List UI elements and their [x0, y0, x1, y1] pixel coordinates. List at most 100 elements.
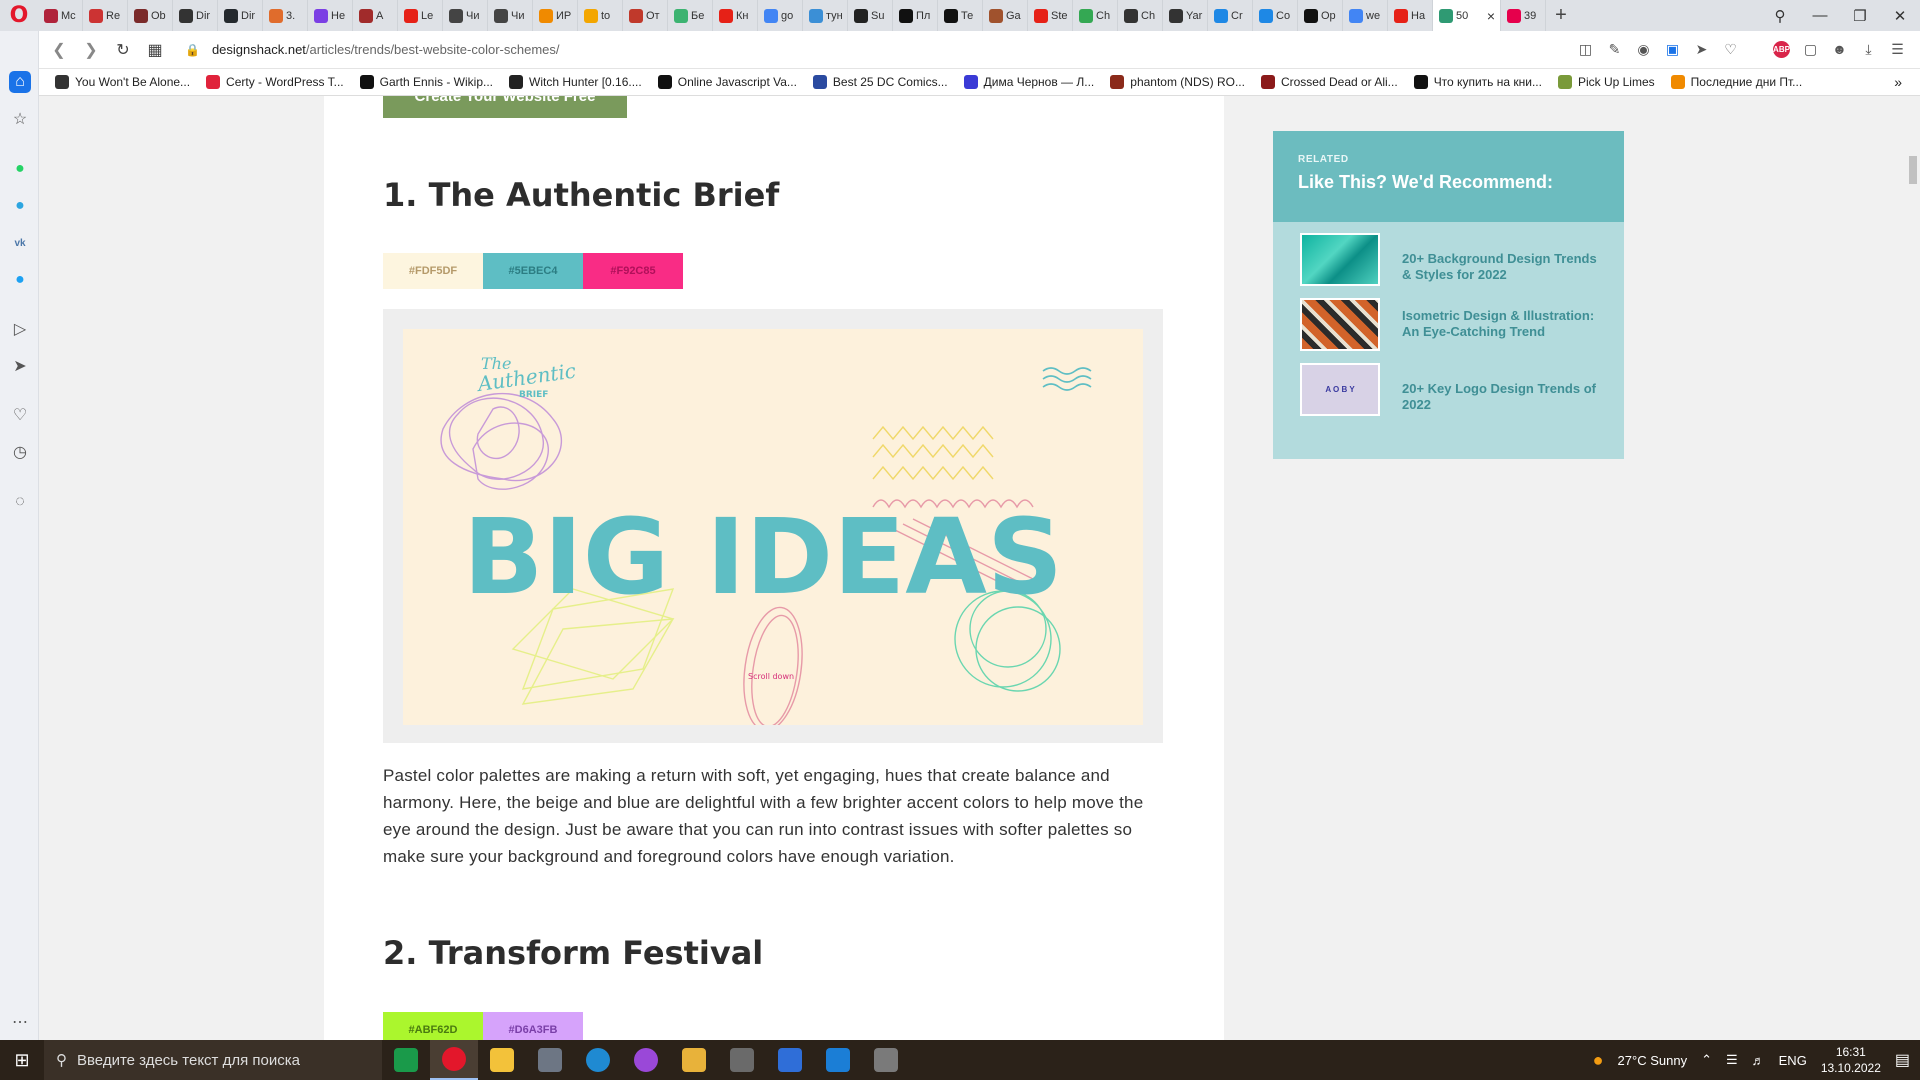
extensions-cube-icon[interactable]: ▢	[1802, 41, 1819, 58]
browser-tab[interactable]: Те	[938, 0, 983, 31]
forward-button[interactable]: ❯	[75, 40, 107, 60]
browser-tab[interactable]: ИР	[533, 0, 578, 31]
bookmarks-overflow-button[interactable]: »	[1894, 74, 1902, 90]
share-icon[interactable]: ➤	[1693, 41, 1710, 58]
weather-text[interactable]: 27°C Sunny	[1618, 1053, 1688, 1068]
telegram-icon[interactable]: ●	[9, 195, 31, 217]
bookmark-item[interactable]: Последние дни Пт...	[1670, 75, 1802, 89]
browser-tab[interactable]: Re	[83, 0, 128, 31]
scroll-down-label[interactable]: Scroll down	[748, 672, 794, 681]
tray-chevron-icon[interactable]: ⌃	[1701, 1052, 1712, 1068]
opera-menu-icon[interactable]: O	[0, 0, 38, 31]
browser-tab[interactable]: Кн	[713, 0, 758, 31]
taskbar-app-notepad[interactable]	[766, 1040, 814, 1080]
bookmark-item[interactable]: phantom (NDS) RO...	[1110, 75, 1245, 89]
clock[interactable]: 16:31 13.10.2022	[1821, 1044, 1881, 1076]
send-icon[interactable]: ➤	[9, 355, 31, 377]
related-link-isometric[interactable]: Isometric Design & Illustration: An Eye-…	[1402, 308, 1602, 340]
reload-button[interactable]: ↻	[107, 40, 139, 60]
browser-tab[interactable]: A	[353, 0, 398, 31]
reader-mode-icon[interactable]: ◫	[1577, 41, 1594, 58]
bookmark-item[interactable]: Best 25 DC Comics...	[812, 75, 948, 89]
scrollbar-thumb[interactable]	[1909, 156, 1917, 184]
page-scrollbar[interactable]	[1906, 96, 1920, 1040]
twitter-icon[interactable]: ●	[9, 269, 31, 291]
browser-tab[interactable]: He	[308, 0, 353, 31]
browser-tab[interactable]: От	[623, 0, 668, 31]
related-link-background-trends[interactable]: 20+ Background Design Trends & Styles fo…	[1402, 251, 1602, 283]
taskbar-app-calculator[interactable]	[526, 1040, 574, 1080]
taskbar-app-pen-tool[interactable]	[670, 1040, 718, 1080]
whatsapp-icon[interactable]: ●	[9, 158, 31, 180]
vk-icon[interactable]: vk	[9, 232, 31, 254]
history-icon[interactable]: ◷	[9, 441, 31, 463]
edit-icon[interactable]: ✎	[1606, 41, 1623, 58]
shield-icon[interactable]: ▣	[1664, 41, 1681, 58]
tab-grid-icon[interactable]: ▦	[139, 40, 171, 60]
browser-tab[interactable]: Пл	[893, 0, 938, 31]
browser-tab[interactable]: Бе	[668, 0, 713, 31]
browser-tab[interactable]: Ga	[983, 0, 1028, 31]
related-link-logo-trends[interactable]: 20+ Key Logo Design Trends of 2022	[1402, 381, 1602, 413]
tips-lightbulb-icon[interactable]: ◌	[9, 491, 31, 513]
taskbar-app-game[interactable]	[718, 1040, 766, 1080]
browser-tab[interactable]: Co	[1253, 0, 1298, 31]
bookmark-item[interactable]: You Won't Be Alone...	[55, 75, 190, 89]
bookmark-item[interactable]: Что купить на кни...	[1413, 75, 1542, 89]
related-thumb-logo-trends[interactable]: A O B Y	[1300, 363, 1380, 416]
sidebar-more-icon[interactable]: ⋯	[9, 1011, 31, 1033]
bookmark-item[interactable]: Online Javascript Va...	[657, 75, 797, 89]
bookmark-item[interactable]: Pick Up Limes	[1557, 75, 1655, 89]
taskbar-app-vscode[interactable]	[814, 1040, 862, 1080]
lock-icon[interactable]: 🔒	[185, 43, 200, 57]
taskbar-app-firefox[interactable]	[622, 1040, 670, 1080]
browser-tab[interactable]: we	[1343, 0, 1388, 31]
speed-dial-home-icon[interactable]: ⌂	[9, 71, 31, 93]
network-icon[interactable]: ☰	[1726, 1052, 1738, 1068]
browser-tab[interactable]: go	[758, 0, 803, 31]
minimize-button[interactable]: —	[1800, 7, 1840, 25]
close-tab-icon[interactable]: ×	[1487, 8, 1495, 24]
browser-tab[interactable]: 39	[1501, 0, 1546, 31]
taskbar-app-trello[interactable]	[382, 1040, 430, 1080]
player-icon[interactable]: ▷	[9, 318, 31, 340]
taskbar-search-box[interactable]: ⚲ Введите здесь текст для поиска	[44, 1040, 382, 1080]
weather-sun-icon[interactable]: ●	[1593, 1050, 1604, 1071]
browser-tab[interactable]: 3.	[263, 0, 308, 31]
browser-tab[interactable]: На	[1388, 0, 1433, 31]
browser-tab[interactable]: to	[578, 0, 623, 31]
related-thumb-background-trends[interactable]	[1300, 233, 1380, 286]
maximize-button[interactable]: ❐	[1840, 7, 1880, 25]
create-website-button[interactable]: Create Your Website Free	[383, 96, 627, 118]
related-thumb-isometric[interactable]	[1300, 298, 1380, 351]
bookmark-item[interactable]: Crossed Dead or Ali...	[1260, 75, 1398, 89]
browser-tab[interactable]: Le	[398, 0, 443, 31]
profile-avatar-icon[interactable]: ☻	[1831, 41, 1848, 58]
bookmark-item[interactable]: Witch Hunter [0.16....	[509, 75, 642, 89]
heart-icon[interactable]: ♡	[9, 404, 31, 426]
language-indicator[interactable]: ENG	[1779, 1053, 1807, 1068]
browser-tab[interactable]: Cr	[1208, 0, 1253, 31]
easy-setup-icon[interactable]: ☰	[1889, 41, 1906, 58]
bookmark-item[interactable]: Certy - WordPress T...	[206, 75, 344, 89]
bookmark-item[interactable]: Дима Чернов — Л...	[963, 75, 1094, 89]
taskbar-app-game-2[interactable]	[862, 1040, 910, 1080]
taskbar-app-explorer[interactable]	[478, 1040, 526, 1080]
notifications-icon[interactable]: ▤	[1895, 1050, 1910, 1070]
url-field[interactable]: designshack.net/articles/trends/best-web…	[212, 42, 560, 57]
tab-search-icon[interactable]: ⚲	[1760, 7, 1800, 25]
adblock-plus-icon[interactable]: ABP	[1773, 41, 1790, 58]
bookmark-heart-icon[interactable]: ♡	[1722, 41, 1739, 58]
browser-tab[interactable]: Yar	[1163, 0, 1208, 31]
taskbar-app-edge[interactable]	[574, 1040, 622, 1080]
bookmark-item[interactable]: Garth Ennis - Wikip...	[359, 75, 493, 89]
browser-tab[interactable]: Ste	[1028, 0, 1073, 31]
browser-tab[interactable]: Op	[1298, 0, 1343, 31]
close-window-button[interactable]: ✕	[1880, 7, 1920, 25]
taskbar-app-opera[interactable]	[430, 1040, 478, 1080]
windows-start-icon[interactable]: ⊞	[0, 1050, 44, 1071]
browser-tab[interactable]: Чи	[443, 0, 488, 31]
volume-icon[interactable]: ♬	[1752, 1053, 1765, 1068]
back-button[interactable]: ❮	[43, 40, 75, 60]
browser-tab[interactable]: Su	[848, 0, 893, 31]
